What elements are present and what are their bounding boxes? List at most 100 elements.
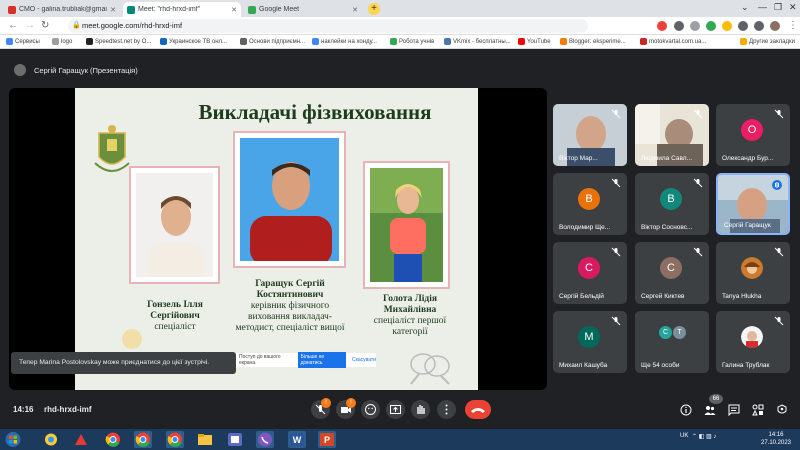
teacher-photo bbox=[129, 166, 220, 284]
bookmark-folder[interactable]: Другие закладки bbox=[740, 38, 795, 45]
reload-icon[interactable]: ↻ bbox=[41, 20, 49, 31]
avatar: В bbox=[578, 188, 600, 210]
mic-warning-badge: ! bbox=[321, 398, 331, 408]
participant-tile[interactable]: В Віктор Сосновс... bbox=[635, 173, 709, 235]
people-icon[interactable] bbox=[704, 404, 716, 416]
tab-search-icon[interactable]: ⌄ bbox=[741, 2, 749, 13]
mic-off-icon bbox=[774, 109, 784, 119]
participant-tile[interactable]: Сергій Гаращук bbox=[716, 173, 790, 235]
back-icon[interactable]: ← bbox=[8, 20, 18, 31]
new-tab-button[interactable]: + bbox=[368, 3, 380, 15]
taskbar-clock[interactable]: 14:16 27.10.2023 bbox=[758, 431, 794, 447]
participant-tile[interactable]: О Олександр Бур... bbox=[716, 104, 790, 166]
bookmark-item[interactable]: Сервисы bbox=[6, 38, 40, 45]
mic-off-icon bbox=[774, 247, 784, 257]
bookmark-item[interactable]: motokvartal.com.ua... bbox=[640, 38, 706, 45]
bookmark-item[interactable]: YouTube bbox=[518, 38, 551, 45]
menu-icon[interactable]: ⋮ bbox=[788, 20, 798, 31]
present-button[interactable] bbox=[386, 400, 405, 419]
teacher-caption: Голота Лідія Михайлівна спеціаліст першо… bbox=[373, 294, 447, 337]
bookmark-item[interactable]: Робота учнів bbox=[390, 38, 434, 45]
extension-icon[interactable] bbox=[657, 21, 667, 31]
host-controls-icon[interactable] bbox=[776, 404, 788, 416]
avatar: В bbox=[660, 188, 682, 210]
app-icon[interactable] bbox=[72, 431, 90, 448]
tray-icons[interactable]: ⌃ ◧ ▥ ♪ bbox=[692, 433, 716, 440]
gmail-icon bbox=[8, 5, 16, 14]
join-notification: Тепер Marina Postolovskay може приєднати… bbox=[11, 352, 236, 374]
meeting-time: 14:16 bbox=[13, 405, 34, 414]
app-icon[interactable] bbox=[226, 431, 244, 448]
close-icon[interactable]: ✕ bbox=[231, 6, 237, 14]
participant-tile[interactable]: Віктор Мар... bbox=[553, 104, 627, 166]
sun-icon bbox=[122, 329, 142, 349]
translate-button[interactable]: Більше не дізнатись bbox=[297, 352, 346, 368]
puzzle-icon[interactable] bbox=[738, 21, 748, 31]
bookmark-item[interactable]: Основи підприємн... bbox=[240, 38, 305, 45]
more-participants-tile[interactable]: С Т Ще 54 особи bbox=[635, 311, 709, 373]
participant-tile[interactable]: Галина Трублак bbox=[716, 311, 790, 373]
avatar[interactable] bbox=[770, 21, 780, 31]
presentation-slide: Викладачі фізвиховання Гонзель Ілля Серг… bbox=[75, 88, 478, 390]
bookmark-item[interactable]: logo bbox=[52, 38, 72, 45]
chrome-icon[interactable] bbox=[134, 431, 152, 448]
teacher-photo bbox=[233, 131, 346, 268]
folder-icon[interactable] bbox=[196, 431, 214, 448]
bookmarks-bar: Сервисы logo Speedtest.net by O... Украи… bbox=[0, 35, 800, 49]
leave-call-button[interactable] bbox=[465, 400, 491, 419]
star-icon[interactable] bbox=[690, 21, 700, 31]
tab-meet-call[interactable]: Meet: "rhd-hrxd-imf" ✕ bbox=[123, 2, 241, 17]
bookmark-item[interactable]: наклейки на хонду... bbox=[312, 38, 377, 45]
raise-hand-button[interactable] bbox=[411, 400, 430, 419]
chrome-icon[interactable] bbox=[104, 431, 122, 448]
language-indicator[interactable]: UK bbox=[680, 433, 688, 439]
mic-off-icon bbox=[611, 247, 621, 257]
mic-off-icon bbox=[693, 178, 703, 188]
participant-tile[interactable]: В Володимир Ще... bbox=[553, 173, 627, 235]
participant-tile[interactable]: С Сергей Киктев bbox=[635, 242, 709, 304]
activities-icon[interactable] bbox=[752, 404, 764, 416]
tab-google-meet[interactable]: Google Meet ✕ bbox=[244, 2, 362, 17]
extension-icon[interactable] bbox=[706, 21, 716, 31]
mic-off-icon bbox=[611, 109, 621, 119]
bookmark-item[interactable]: Speedtest.net by O... bbox=[86, 38, 151, 45]
more-vert-icon bbox=[445, 404, 448, 415]
minimize-icon[interactable]: — bbox=[758, 2, 767, 12]
powerpoint-icon[interactable]: P bbox=[318, 431, 336, 448]
chrome-icon[interactable] bbox=[166, 431, 184, 448]
participant-tile[interactable]: С Сергій Бельдій bbox=[553, 242, 627, 304]
app-icon[interactable] bbox=[42, 431, 60, 448]
address-toolbar: ← → ↻ 🔒 meet.google.com/rhd-hrxd-imf ⋮ bbox=[0, 17, 800, 35]
close-icon[interactable]: ✕ bbox=[110, 6, 116, 14]
sidebar-icon[interactable] bbox=[754, 21, 764, 31]
reactions-button[interactable] bbox=[361, 400, 380, 419]
teacher-caption: Гаращук Сергій Костянтинович керівник фі… bbox=[235, 279, 345, 333]
avatar: Т bbox=[673, 326, 686, 339]
mic-off-icon bbox=[693, 109, 703, 119]
extension-icon[interactable] bbox=[722, 21, 732, 31]
bookmark-item[interactable]: VKmix - бесплатны... bbox=[444, 38, 511, 45]
info-icon[interactable] bbox=[680, 404, 692, 416]
participant-tile[interactable]: М Михаил Кашуба bbox=[553, 311, 627, 373]
windows-start-icon[interactable] bbox=[4, 431, 22, 448]
participant-tile[interactable]: Tanya Hlukha bbox=[716, 242, 790, 304]
present-screen-icon bbox=[390, 405, 401, 414]
close-icon[interactable]: ✕ bbox=[352, 6, 358, 14]
forward-icon[interactable]: → bbox=[25, 20, 35, 31]
hang-up-icon bbox=[471, 408, 485, 413]
bookmark-item[interactable]: Blogger: eksperime... bbox=[560, 38, 626, 45]
viber-icon[interactable] bbox=[256, 431, 274, 448]
share-icon[interactable] bbox=[674, 21, 684, 31]
chat-icon[interactable] bbox=[728, 404, 740, 416]
window-close-icon[interactable]: ✕ bbox=[789, 2, 797, 13]
lock-icon: 🔒 bbox=[72, 22, 81, 29]
bookmark-item[interactable]: Украинское ТВ онл... bbox=[160, 38, 227, 45]
more-options-button[interactable] bbox=[437, 400, 456, 419]
word-icon[interactable]: W bbox=[288, 431, 306, 448]
mic-off-icon bbox=[774, 316, 784, 326]
translate-cancel-link[interactable]: Скасувати bbox=[352, 357, 376, 363]
maximize-icon[interactable]: ❐ bbox=[774, 2, 782, 13]
participant-tile[interactable]: Людмила Савл... bbox=[635, 104, 709, 166]
url-bar[interactable]: 🔒 meet.google.com/rhd-hrxd-imf bbox=[68, 19, 588, 33]
tab-gmail[interactable]: СМО - galina.trubliak@gmail.co ✕ bbox=[4, 2, 120, 17]
